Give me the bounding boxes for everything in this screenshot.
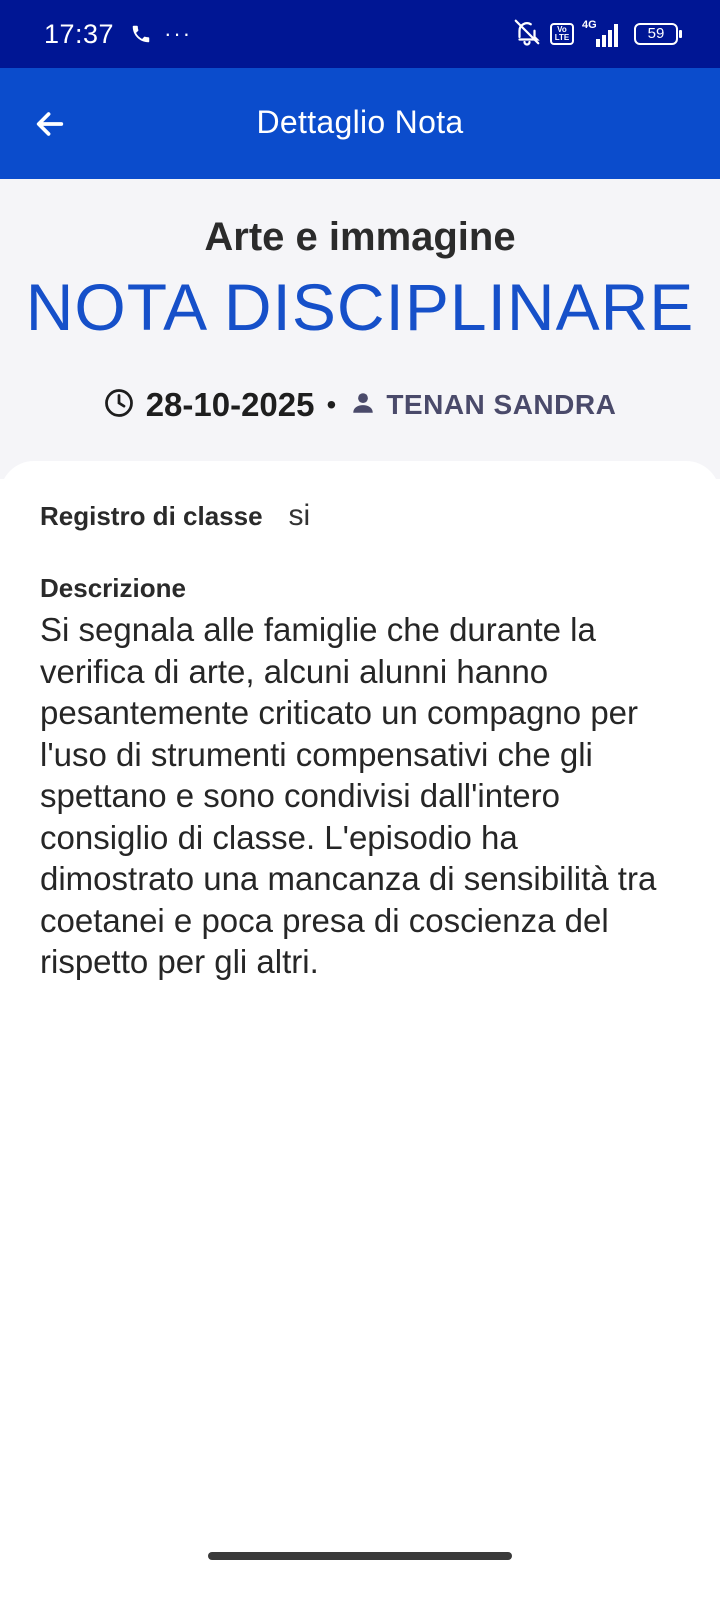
more-notifications-icon: ··· bbox=[164, 21, 193, 46]
status-bar: 17:37 ··· Vo LTE 4G 59 bbox=[0, 0, 720, 68]
note-type-title: NOTA DISCIPLINARE bbox=[25, 270, 695, 344]
registro-label: Registro di classe bbox=[40, 501, 263, 531]
volte-icon: Vo LTE bbox=[550, 23, 574, 45]
clock-icon bbox=[104, 388, 134, 423]
page-title: Dettaglio Nota bbox=[256, 104, 464, 140]
person-icon bbox=[350, 390, 376, 421]
gesture-nav-handle[interactable] bbox=[208, 1552, 512, 1560]
battery-icon: 59 bbox=[634, 23, 682, 45]
descrizione-label: Descrizione bbox=[40, 573, 186, 603]
status-icons: Vo LTE 4G 59 bbox=[512, 0, 682, 68]
teacher-name: TENAN SANDRA bbox=[386, 389, 617, 420]
meta-separator: • bbox=[326, 389, 337, 420]
app-bar: Dettaglio Nota bbox=[0, 68, 720, 179]
subject-title: Arte e immagine bbox=[204, 215, 516, 259]
status-time: 17:37 bbox=[44, 18, 115, 49]
note-header: Arte e immagine NOTA DISCIPLINARE 28-10-… bbox=[0, 179, 720, 479]
descrizione-text: Si segnala alle famiglie che durante la … bbox=[40, 611, 657, 980]
phone-icon bbox=[130, 23, 152, 45]
signal-icon: 4G bbox=[582, 19, 626, 49]
registro-value: si bbox=[288, 499, 311, 532]
note-detail-card: Registro di classe si Descrizione Si seg… bbox=[0, 461, 720, 1600]
note-date: 28-10-2025 bbox=[145, 386, 315, 423]
bell-off-icon bbox=[512, 17, 542, 52]
registro-row: Registro di classe si bbox=[40, 499, 310, 533]
note-meta: 28-10-2025 • TENAN SANDRA bbox=[0, 386, 720, 424]
